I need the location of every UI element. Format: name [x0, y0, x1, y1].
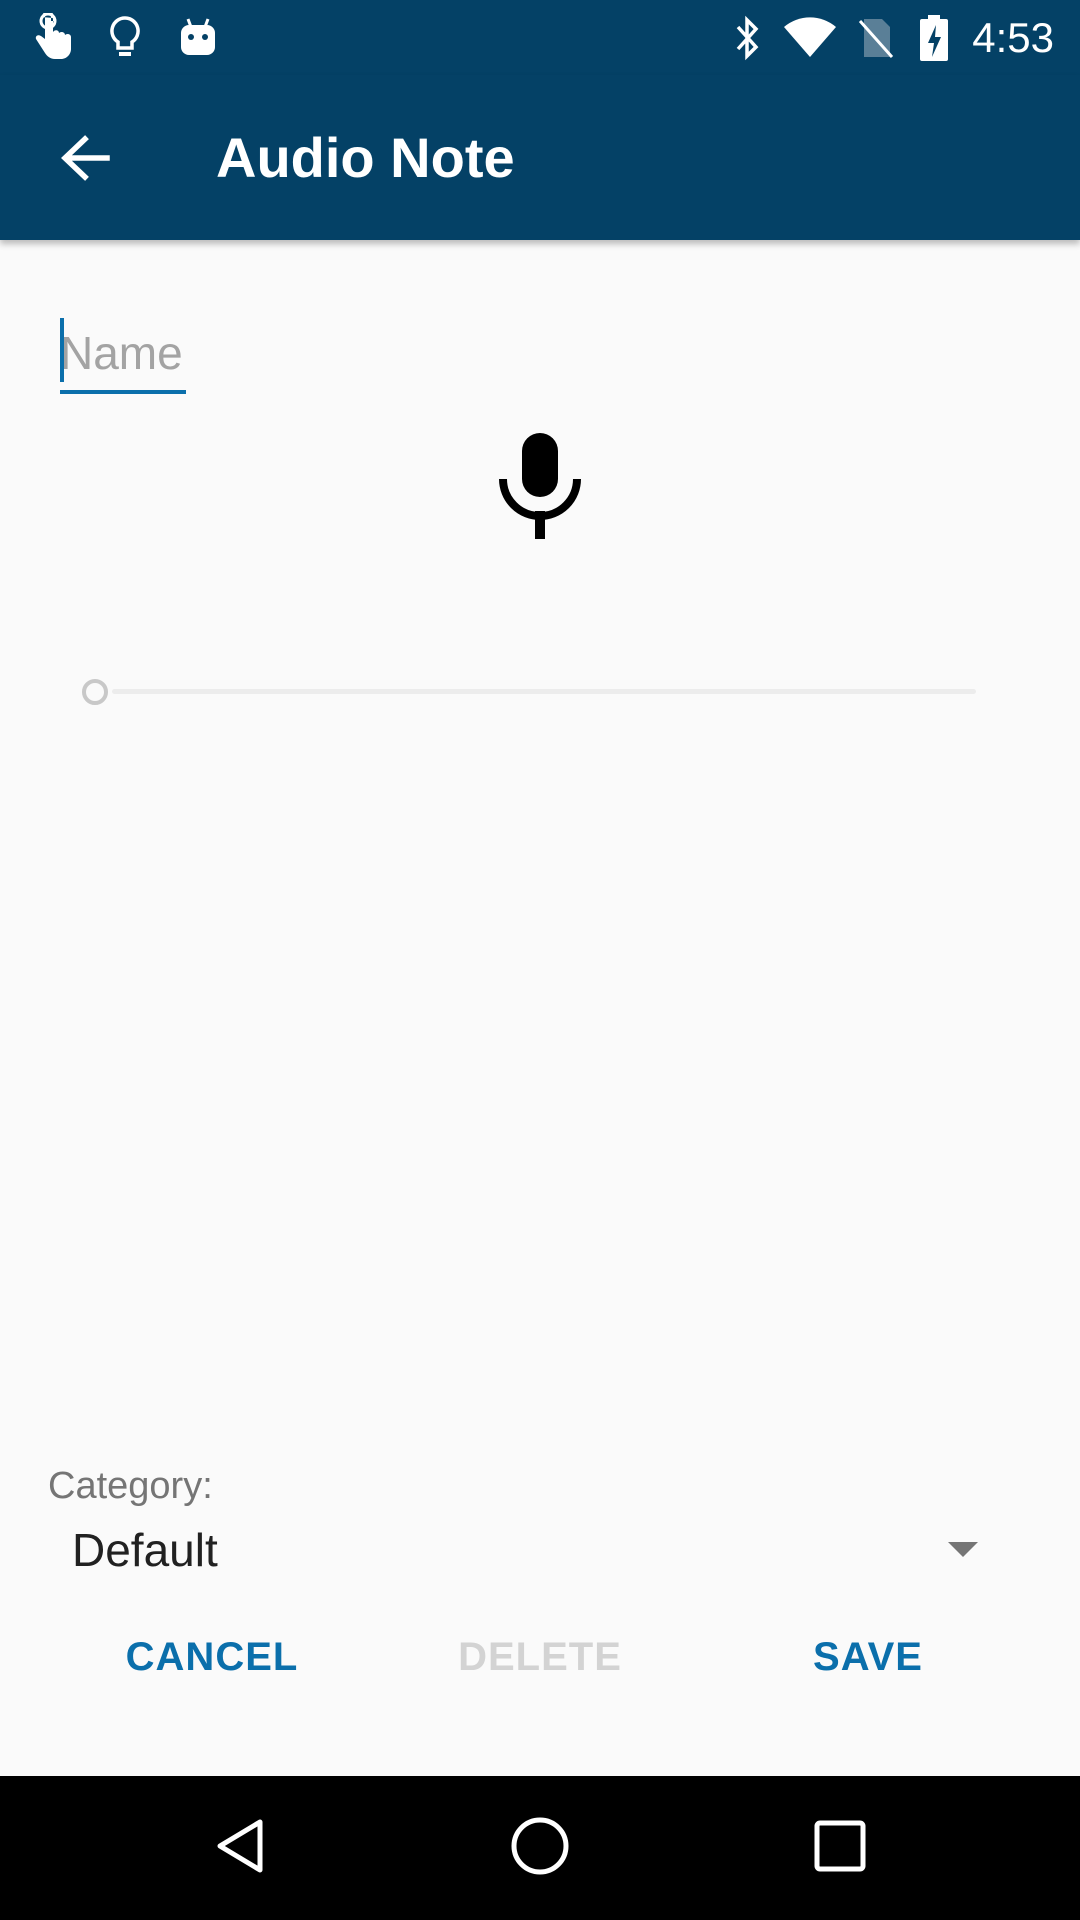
name-input[interactable]: [60, 318, 186, 388]
nav-back-button[interactable]: [200, 1808, 280, 1888]
status-time: 4:53: [972, 14, 1054, 61]
status-bar: 4:53: [0, 0, 1080, 75]
page-title: Audio Note: [216, 126, 515, 189]
nav-recents-icon: [812, 1818, 868, 1879]
navigation-bar: [0, 1776, 1080, 1920]
text-caret: [60, 318, 64, 382]
arrow-back-icon: [59, 134, 111, 187]
record-button[interactable]: [490, 420, 590, 550]
nav-home-icon: [509, 1815, 571, 1882]
touch-gesture-icon: [28, 10, 74, 66]
save-button[interactable]: SAVE: [788, 1622, 948, 1692]
delete-button[interactable]: DELETE: [440, 1622, 640, 1692]
category-label: Category:: [48, 1465, 213, 1507]
lightbulb-icon: [108, 10, 142, 66]
microphone-icon: [495, 425, 585, 546]
nav-back-icon: [210, 1816, 270, 1881]
cancel-button[interactable]: CANCEL: [112, 1622, 312, 1692]
category-dropdown[interactable]: Default: [48, 1518, 988, 1582]
nav-home-button[interactable]: [500, 1808, 580, 1888]
name-underline: [60, 390, 186, 394]
dropdown-arrow-icon: [948, 1542, 978, 1557]
bluetooth-icon: [730, 10, 764, 66]
app-bar: Audio Note: [0, 75, 1080, 240]
name-field[interactable]: [60, 318, 186, 398]
back-button[interactable]: [40, 115, 130, 205]
playback-seek-bar[interactable]: [82, 676, 986, 706]
android-robot-icon: [178, 10, 218, 66]
seek-track: [112, 689, 976, 694]
seek-thumb[interactable]: [82, 679, 108, 705]
wifi-icon: [782, 10, 838, 66]
no-sim-icon: [856, 10, 896, 66]
category-selected-value: Default: [72, 1524, 218, 1576]
battery-charging-icon: [918, 10, 950, 66]
nav-recents-button[interactable]: [800, 1808, 880, 1888]
